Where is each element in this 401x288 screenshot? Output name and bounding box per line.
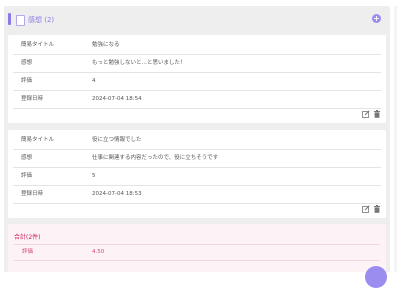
- scrollbar[interactable]: [394, 6, 397, 272]
- row-rating: 評価 4: [13, 73, 381, 91]
- review-card: 簡易タイトル 勉強になる 感想 もっと勉強しないと…と思いました！ 評価 4 登…: [8, 35, 386, 123]
- row-date: 登録日時 2024-07-04 18:53: [13, 186, 381, 204]
- row-title: 簡易タイトル 役に立つ情報でした: [13, 132, 381, 150]
- row-value: 仕事に関連する内容だったので、役に立ちそうです: [92, 155, 219, 161]
- row-label: 感想: [21, 60, 33, 66]
- total-title: 合計(2件): [14, 234, 41, 241]
- row-label: 評価: [21, 173, 33, 179]
- row-value: 役に立つ情報でした: [92, 137, 142, 143]
- total-label: 評価: [22, 249, 34, 255]
- row-comment: 感想 仕事に関連する内容だったので、役に立ちそうです: [13, 150, 381, 168]
- row-value: 4: [92, 78, 96, 84]
- floating-action-button[interactable]: [365, 266, 387, 288]
- row-value: 勉強になる: [92, 42, 120, 48]
- card-actions: [362, 110, 382, 118]
- row-value: 2024-07-04 18:54: [92, 96, 142, 102]
- row-label: 簡易タイトル: [21, 42, 55, 48]
- card-actions: [362, 205, 382, 213]
- row-label: 評価: [21, 78, 33, 84]
- add-button[interactable]: +: [372, 14, 381, 23]
- edit-icon[interactable]: [362, 205, 370, 213]
- row-label: 登録日時: [21, 96, 44, 102]
- row-label: 登録日時: [21, 191, 44, 197]
- row-rating: 評価 5: [13, 168, 381, 186]
- row-title: 簡易タイトル 勉強になる: [13, 37, 381, 55]
- accent-bar: [8, 13, 11, 25]
- reviews-panel: 感想 (2) + 簡易タイトル 勉強になる 感想 もっと勉強しないと…と思いまし…: [4, 6, 390, 272]
- total-row: 評価 4.50: [14, 244, 380, 261]
- trash-icon[interactable]: [373, 110, 381, 118]
- panel-title: 感想 (2): [28, 16, 55, 24]
- row-label: 感想: [21, 155, 33, 161]
- row-label: 簡易タイトル: [21, 137, 55, 143]
- row-value: 2024-07-04 18:53: [92, 191, 142, 197]
- review-card: 簡易タイトル 役に立つ情報でした 感想 仕事に関連する内容だったので、役に立ちそ…: [8, 130, 386, 218]
- row-value: もっと勉強しないと…と思いました！: [92, 60, 186, 66]
- total-value: 4.50: [92, 249, 105, 255]
- trash-icon[interactable]: [373, 205, 381, 213]
- row-value: 5: [92, 173, 96, 179]
- file-icon: [16, 15, 25, 26]
- row-date: 登録日時 2024-07-04 18:54: [13, 91, 381, 109]
- edit-icon[interactable]: [362, 110, 370, 118]
- row-comment: 感想 もっと勉強しないと…と思いました！: [13, 55, 381, 73]
- panel-header: 感想 (2) +: [4, 6, 390, 32]
- total-section: 合計(2件) 評価 4.50: [8, 224, 386, 272]
